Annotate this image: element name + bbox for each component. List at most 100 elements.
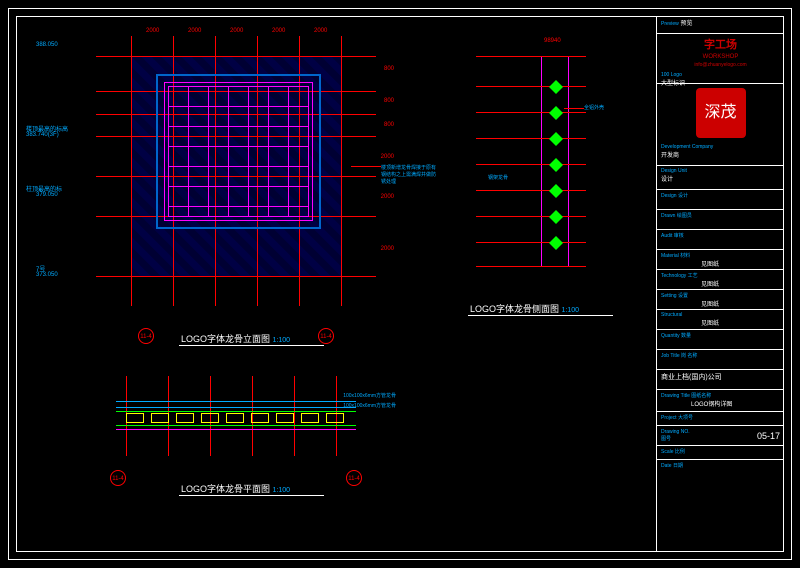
elev-annotation: 楼顶新增龙骨焊接于原有钢结构之上需满焊并做防锈处理 — [381, 164, 436, 185]
plan-segment — [126, 413, 144, 423]
tb-project: Project 大项号 — [657, 412, 784, 426]
tb-field-row: Setting 设置见图纸 — [657, 290, 784, 310]
logo-keel-box — [156, 74, 321, 229]
elev-mark: 373.050 — [36, 272, 58, 278]
drawing-no-label: Drawing NO. — [661, 429, 690, 435]
section-mark-right: 11-4 — [318, 328, 334, 344]
dim-side: 800 — [384, 122, 394, 128]
tb-preview: Preview 预览 — [657, 16, 784, 34]
design-label: Design Unit — [661, 168, 687, 174]
tb-field-row: Drawn 绘图员 — [657, 210, 784, 230]
elevation-view: 2000 2000 2000 2000 2000 800 800 800 200… — [96, 36, 376, 306]
plan-rail-line — [116, 429, 356, 430]
drawing-title-val: LOGO钢构详图 — [661, 402, 732, 408]
logo-label: 100 Logo — [661, 72, 682, 78]
dim-side: 2000 — [381, 194, 394, 200]
field-val — [661, 359, 701, 365]
tb-drawing-title: Drawing Title 图纸名称 LOGO钢构详图 — [657, 390, 784, 412]
side-grid-h — [476, 86, 586, 87]
dim-side: 2000 — [381, 154, 394, 160]
tb-field-row: Technology 工艺见图纸 — [657, 270, 784, 290]
tb-drawing-no: Drawing NO. 图号 05-17 — [657, 426, 784, 446]
side-grid-h — [476, 112, 586, 113]
design-val: 设计 — [661, 177, 673, 183]
keel-v — [208, 86, 209, 217]
preview-label: Preview — [661, 21, 679, 27]
field-val — [661, 219, 701, 225]
scale-label: Scale 比例 — [661, 449, 685, 455]
tb-field-row: Structural见图纸 — [657, 310, 784, 330]
dim-side: 800 — [384, 66, 394, 72]
plan-segment — [251, 413, 269, 423]
scale-text: 1:100 — [562, 307, 580, 314]
plan-segment — [301, 413, 319, 423]
keel-v — [248, 86, 249, 217]
gridline-v — [341, 36, 342, 306]
dim-side: 800 — [384, 98, 394, 104]
side-title: LOGO字体龙骨侧面图 1:100 — [470, 302, 579, 315]
side-grid-h — [476, 242, 586, 243]
section-mark-left: 11-4 — [110, 470, 126, 486]
side-view: 98940 全铝外壳 钢架龙骨 — [496, 46, 626, 296]
plan-segment — [276, 413, 294, 423]
side-top-dim: 98940 — [544, 38, 561, 44]
side-grid-h — [476, 138, 586, 139]
tb-field-row: Quantity 数量 — [657, 330, 784, 350]
side-grid-h — [476, 190, 586, 191]
section-mark-left: 11-4 — [138, 328, 154, 344]
field-label: Technology 工艺 — [661, 273, 698, 279]
gridline-h — [96, 276, 376, 277]
section-mark-right: 11-4 — [346, 470, 362, 486]
plan-rail-line — [116, 411, 356, 412]
elevation-title: LOGO字体龙骨立面图 1:100 — [181, 332, 290, 345]
field-val: 见图纸 — [661, 282, 719, 288]
plan-segment — [326, 413, 344, 423]
date-label: Date 日期 — [661, 463, 683, 469]
tb-field-row: Design 设计 — [657, 190, 784, 210]
tb-field-row: Material 材料见图纸 — [657, 250, 784, 270]
leader-line — [351, 166, 381, 167]
seal-stamp: 深茂 — [696, 88, 746, 138]
plan-segment — [176, 413, 194, 423]
plan-title: LOGO字体龙骨平面图 1:100 — [181, 482, 290, 495]
keel-v — [288, 86, 289, 217]
contact-info: info@zhuanyelogo.com — [657, 60, 784, 70]
elev-mark: 388.050 — [36, 42, 58, 48]
field-val: 见图纸 — [661, 302, 719, 308]
tb-date: Date 日期 — [657, 460, 784, 474]
tb-rows-container: Design 设计Drawn 绘图员Audit 审核Material 材料见图纸… — [657, 190, 784, 370]
dim-top: 2000 — [188, 28, 201, 34]
plan-view: 100x100x6mm方管龙骨 100x100x6mm方管龙骨 11-4 11-… — [96, 376, 376, 476]
title-text: LOGO字体龙骨侧面图 — [470, 304, 559, 314]
logo-val: 大型标识 — [661, 81, 685, 87]
leader-line — [564, 108, 584, 109]
side-grid-h — [476, 56, 586, 57]
gridline-v — [131, 36, 132, 306]
side-grid-h — [476, 164, 586, 165]
plan-segment — [151, 413, 169, 423]
elev-mark: 383.740(3F) — [26, 132, 59, 138]
plan-rail-line — [116, 425, 356, 426]
seal-text: 深茂 — [696, 88, 746, 138]
field-val — [661, 239, 701, 245]
dim-top: 2000 — [272, 28, 285, 34]
project-label: Project 大项号 — [661, 415, 693, 421]
field-val: 见图纸 — [661, 262, 719, 268]
tb-project-title: 商业上档(国内)公司 — [657, 370, 784, 390]
title-text: LOGO字体龙骨平面图 — [181, 484, 270, 494]
keel-v — [168, 86, 169, 217]
keel-v — [188, 86, 189, 217]
title-block: Preview 预览 字工场 WORKSHOP info@zhuanyelogo… — [656, 16, 784, 552]
elev-mark: 379.050 — [36, 192, 58, 198]
keel-v — [268, 86, 269, 217]
tb-field-row: Job Title 岗 名称 — [657, 350, 784, 370]
plan-rail-line — [116, 401, 356, 402]
tb-dev: Development Company 开发商 — [657, 142, 784, 166]
drawing-title-label: Drawing Title 图纸名称 — [661, 393, 711, 399]
title-underline — [179, 495, 324, 496]
dev-val: 开发商 — [661, 153, 679, 159]
company-logo-cn: 字工场 — [657, 34, 784, 54]
drawing-no-val: 05-17 — [757, 431, 780, 441]
field-label: Material 材料 — [661, 253, 690, 259]
preview-val: 预览 — [680, 21, 692, 27]
